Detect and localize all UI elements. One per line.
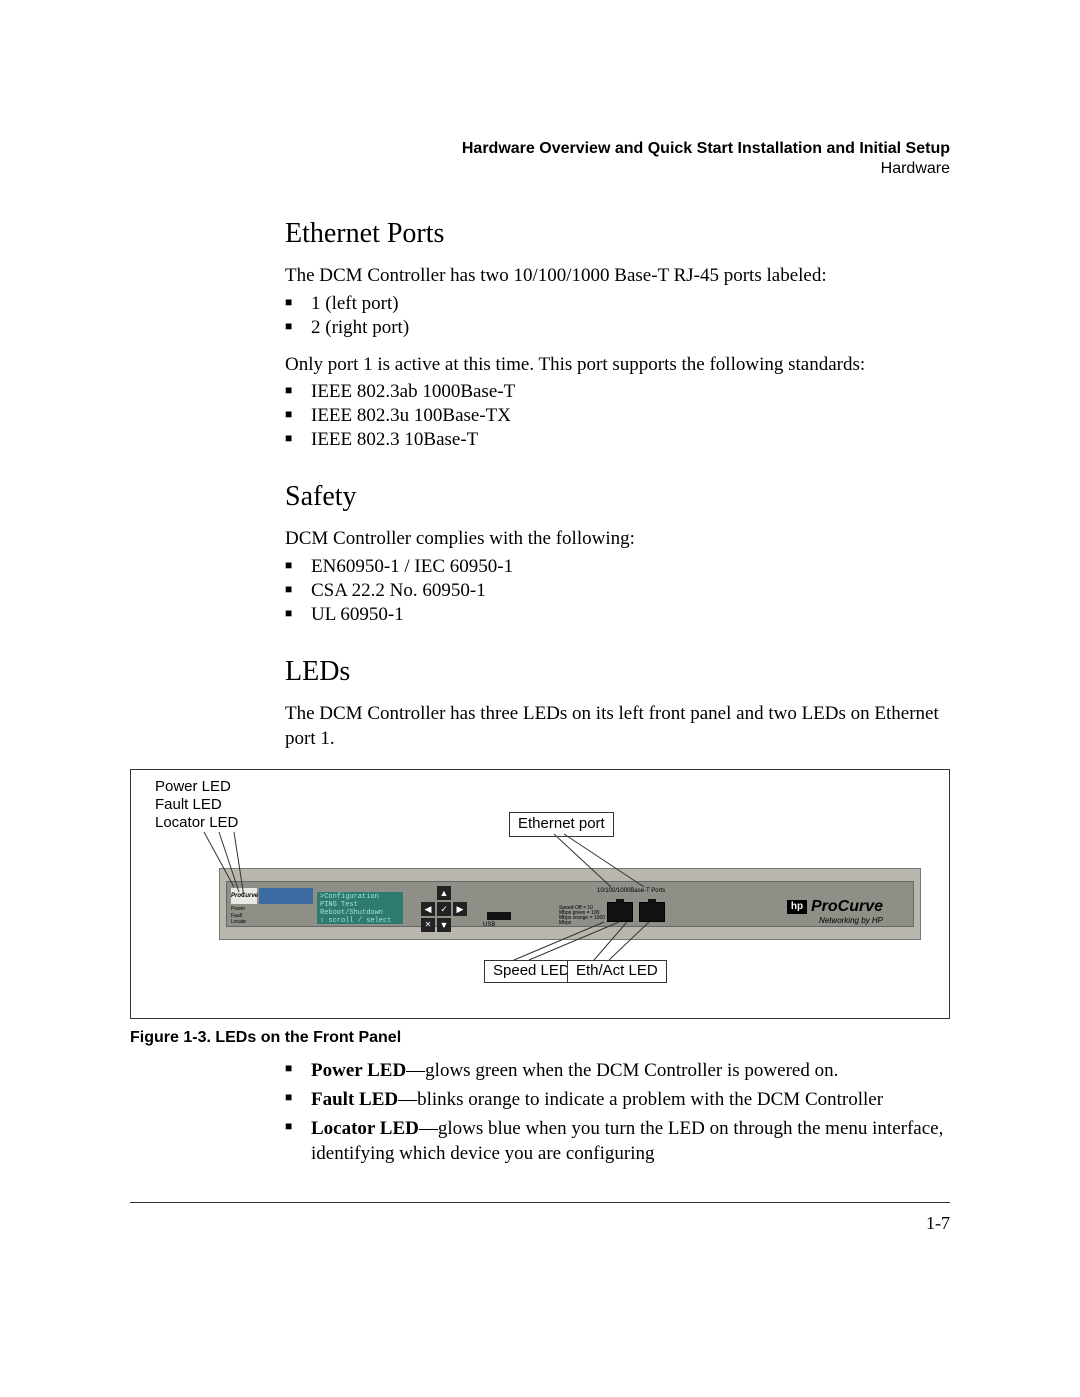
figure-caption: Figure 1-3. LEDs on the Front Panel (130, 1029, 950, 1047)
device-faceplate: ProCurve Power Fault Locate >Configurati… (226, 881, 914, 927)
rj45-port-1-icon (607, 902, 633, 922)
list-item: Locator LED—glows blue when you turn the… (311, 1117, 950, 1166)
arrow-up-icon: ▲ (437, 886, 451, 900)
safety-list: EN60950-1 / IEC 60950-1 CSA 22.2 No. 609… (285, 556, 950, 626)
list-item: Fault LED—blinks orange to indicate a pr… (311, 1088, 950, 1113)
heading-ethernet: Ethernet Ports (285, 218, 950, 250)
list-item: IEEE 802.3 10Base-T (311, 429, 950, 451)
footer-rule (130, 1202, 950, 1203)
callout-speed-led-text: Speed LED (493, 962, 570, 979)
arrow-down-icon: ▼ (437, 918, 451, 932)
ethernet-ports-list: 1 (left port) 2 (right port) (285, 293, 950, 339)
callout-ethact-led-text: Eth/Act LED (576, 962, 658, 979)
list-item: Power LED—glows green when the DCM Contr… (311, 1059, 950, 1084)
usb-port-icon (487, 912, 511, 920)
rj45-port-2-icon (639, 902, 665, 922)
callout-locator-led: Locator LED (155, 814, 238, 833)
procurve-logo: hp ProCurve (787, 898, 883, 916)
led-name: Power LED (311, 1060, 406, 1081)
led-text: —blinks orange to indicate a problem wit… (398, 1089, 883, 1110)
speed-legend: Speed-Off = 10 Mbps green = 100 Mbps ora… (559, 906, 605, 926)
callout-speed-led: Speed LED (484, 960, 579, 983)
ethernet-standards-list: IEEE 802.3ab 1000Base-T IEEE 802.3u 100B… (285, 381, 950, 451)
figure-box: Power LED Fault LED Locator LED Ethernet… (130, 769, 950, 1019)
list-item: 1 (left port) (311, 293, 950, 315)
page: Hardware Overview and Quick Start Instal… (0, 0, 1080, 1397)
list-item: IEEE 802.3ab 1000Base-T (311, 381, 950, 403)
callout-power-led: Power LED (155, 778, 231, 797)
led-name: Locator LED (311, 1118, 419, 1139)
heading-leds: LEDs (285, 656, 950, 688)
x-icon: ✕ (421, 918, 435, 932)
model-badge (259, 888, 313, 904)
list-item: EN60950-1 / IEC 60950-1 (311, 556, 950, 578)
check-icon: ✓ (437, 902, 451, 916)
led-description-list: Power LED—glows green when the DCM Contr… (285, 1059, 950, 1166)
list-item: CSA 22.2 No. 60950-1 (311, 580, 950, 602)
ports-label: 10/100/1000Base-T Ports (597, 888, 665, 894)
leds-intro: The DCM Controller has three LEDs on its… (285, 702, 950, 751)
heading-safety: Safety (285, 481, 950, 513)
procurve-sublogo: Networking by HP (819, 916, 883, 925)
lcd-screen: >Configuration PING Test Reboot/Shutdown… (317, 892, 403, 924)
callout-ethernet-port: Ethernet port (509, 812, 614, 837)
label-power: Power (231, 906, 246, 913)
callout-ethact-led: Eth/Act LED (567, 960, 667, 983)
led-side-labels: Power Fault Locate (231, 906, 246, 926)
led-name: Fault LED (311, 1089, 398, 1110)
procurve-small-badge: ProCurve (231, 888, 257, 904)
list-item: IEEE 802.3u 100Base-TX (311, 405, 950, 427)
arrow-left-icon: ◀ (421, 902, 435, 916)
ethernet-intro: The DCM Controller has two 10/100/1000 B… (285, 264, 950, 289)
list-item: UL 60950-1 (311, 604, 950, 626)
safety-intro: DCM Controller complies with the followi… (285, 527, 950, 552)
usb-label: USB (483, 922, 495, 928)
figure-artwork: Power LED Fault LED Locator LED Ethernet… (149, 782, 931, 1002)
lcd-line: ↕ scroll / select (320, 918, 400, 926)
ethernet-note: Only port 1 is active at this time. This… (285, 353, 950, 378)
header-subtitle: Hardware (130, 160, 950, 178)
device-chassis: ProCurve Power Fault Locate >Configurati… (219, 868, 921, 940)
led-text: —glows green when the DCM Controller is … (406, 1060, 838, 1081)
list-item: 2 (right port) (311, 317, 950, 339)
page-number: 1-7 (130, 1213, 950, 1234)
procurve-text: ProCurve (811, 898, 883, 915)
running-header: Hardware Overview and Quick Start Instal… (130, 140, 950, 178)
header-title: Hardware Overview and Quick Start Instal… (130, 140, 950, 158)
label-locate: Locate (231, 919, 246, 926)
hp-icon: hp (787, 900, 807, 914)
callout-fault-led: Fault LED (155, 796, 222, 815)
arrow-right-icon: ▶ (453, 902, 467, 916)
